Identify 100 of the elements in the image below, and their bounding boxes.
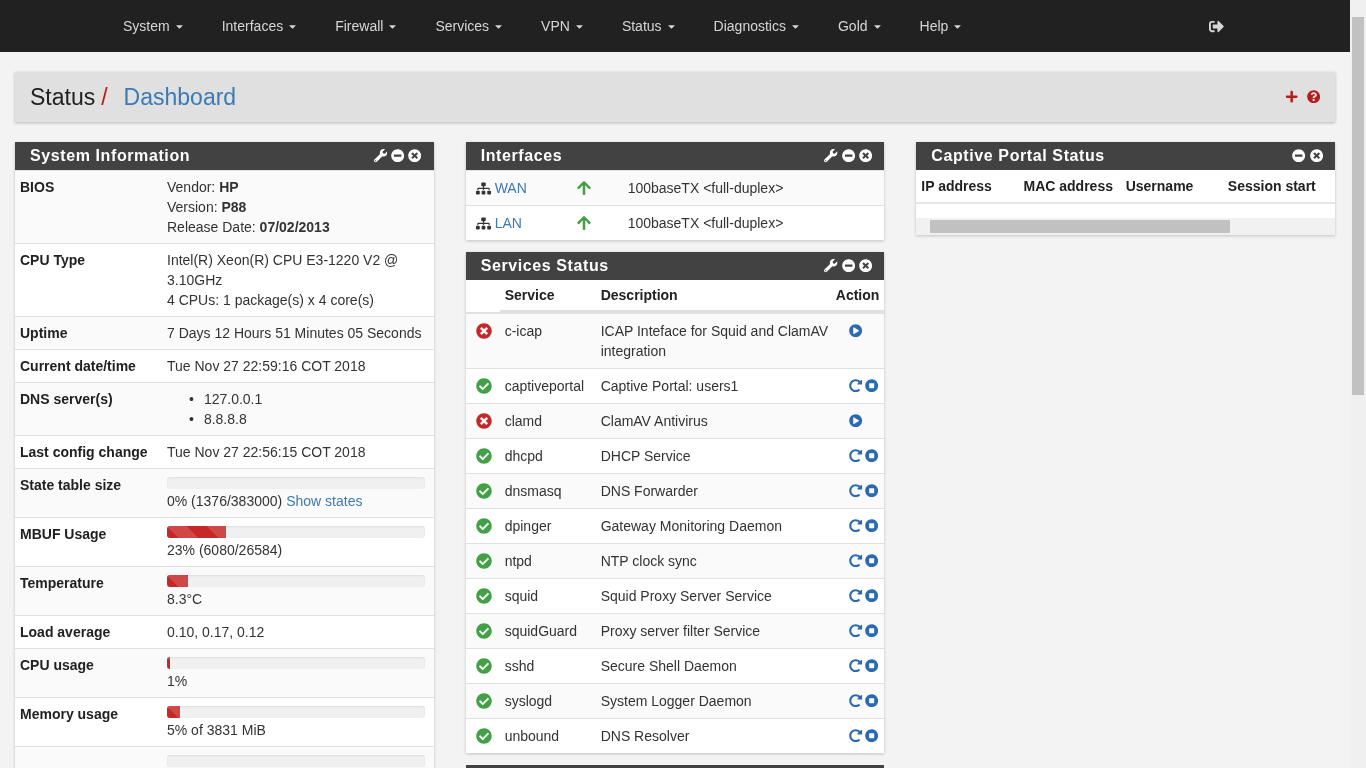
- restart-icon[interactable]: [849, 624, 863, 638]
- wrench-icon[interactable]: [824, 149, 838, 163]
- add-widget-icon[interactable]: [1285, 90, 1299, 104]
- close-icon[interactable]: [408, 149, 422, 163]
- info-label: Uptime: [20, 324, 69, 343]
- restart-icon[interactable]: [849, 659, 863, 673]
- info-label: Current date/time: [20, 357, 137, 376]
- minimize-icon[interactable]: [841, 259, 855, 273]
- nav-menu-item[interactable]: Status: [610, 3, 688, 49]
- help-icon[interactable]: [1306, 90, 1320, 104]
- restart-icon[interactable]: [849, 554, 863, 568]
- info-label: Memory usage: [20, 705, 120, 724]
- restart-icon[interactable]: [849, 589, 863, 603]
- restart-icon[interactable]: [849, 519, 863, 533]
- network-icon: [475, 215, 491, 231]
- interface-media: 100baseTX <full-duplex>: [627, 215, 784, 231]
- stop-icon[interactable]: [864, 449, 878, 463]
- restart-icon[interactable]: [849, 379, 863, 393]
- service-description: Gateway Monitoring Daemon: [599, 517, 783, 536]
- nav-menu-item[interactable]: Firewall: [324, 3, 410, 49]
- service-name: sshd: [503, 657, 536, 676]
- column-header: Description: [595, 280, 831, 312]
- restart-icon[interactable]: [849, 729, 863, 743]
- nav-menu-item[interactable]: VPN: [530, 3, 596, 49]
- column-header: MAC address: [1023, 178, 1114, 194]
- service-name: dpinger: [503, 517, 553, 536]
- service-description: DNS Resolver: [599, 727, 691, 746]
- wrench-icon[interactable]: [373, 149, 387, 163]
- column-header: Action: [830, 280, 885, 312]
- stop-icon[interactable]: [864, 484, 878, 498]
- column-header: Session start: [1227, 178, 1317, 194]
- panel-title: Services Status: [480, 257, 609, 275]
- stop-icon[interactable]: [864, 589, 878, 603]
- info-value: Intel(R) Xeon(R) CPU E3-1220 V2 @ 3.10GHz: [167, 251, 400, 290]
- nav-menu-item[interactable]: Interfaces: [210, 3, 310, 49]
- service-description: ClamAV Antivirus: [599, 412, 709, 431]
- interface-link[interactable]: LAN: [475, 215, 576, 231]
- play-icon[interactable]: [849, 414, 863, 428]
- service-name: dhcpd: [503, 447, 544, 466]
- info-value: Tue Nov 27 22:59:16 COT 2018: [167, 357, 367, 376]
- info-label: State table size: [20, 476, 123, 495]
- service-description: DNS Forwarder: [599, 482, 699, 501]
- stop-icon[interactable]: [864, 729, 878, 743]
- nav-menu-item[interactable]: Services: [424, 3, 516, 49]
- service-description: System Logger Daemon: [599, 692, 753, 711]
- horizontal-scrollbar[interactable]: [916, 218, 1335, 235]
- column-header: Username: [1125, 178, 1195, 194]
- info-label: Last config change: [20, 443, 149, 462]
- info-value: 0.10, 0.17, 0.12: [167, 623, 266, 642]
- dns-server: 8.8.8.8: [203, 410, 247, 429]
- breadcrumb-parent: Status: [30, 83, 96, 111]
- info-value: Version: P88: [167, 198, 248, 217]
- stop-icon[interactable]: [864, 379, 878, 393]
- show-states-link[interactable]: Show states: [286, 491, 363, 511]
- stop-icon[interactable]: [864, 554, 878, 568]
- info-label: BIOS: [20, 178, 56, 197]
- nav-menu-item[interactable]: System: [112, 3, 196, 49]
- service-name: ntpd: [503, 552, 533, 571]
- service-name: syslogd: [503, 692, 554, 711]
- restart-icon[interactable]: [849, 484, 863, 498]
- service-description: NTP clock sync: [599, 552, 698, 571]
- close-icon[interactable]: [1309, 149, 1323, 163]
- service-name: clamd: [503, 412, 543, 431]
- stop-icon[interactable]: [864, 694, 878, 708]
- info-label: Load average: [20, 623, 112, 642]
- close-icon[interactable]: [859, 259, 873, 273]
- close-icon[interactable]: [859, 149, 873, 163]
- service-description: DHCP Service: [599, 447, 692, 466]
- info-label: DNS server(s): [20, 390, 114, 409]
- info-label: CPU usage: [20, 656, 95, 675]
- service-description: Captive Portal: users1: [599, 377, 740, 396]
- restart-icon[interactable]: [849, 694, 863, 708]
- usage-reading: 1%: [167, 672, 188, 691]
- usage-reading: 8.3°C: [167, 590, 203, 609]
- interface-media: 100baseTX <full-duplex>: [627, 180, 784, 196]
- minimize-icon[interactable]: [1292, 149, 1306, 163]
- service-name: squid: [503, 587, 540, 606]
- wrench-icon[interactable]: [824, 259, 838, 273]
- minimize-icon[interactable]: [391, 149, 405, 163]
- stop-icon[interactable]: [864, 624, 878, 638]
- interface-name[interactable]: WAN: [494, 180, 527, 196]
- nav-menu-item[interactable]: Help: [908, 3, 975, 49]
- play-icon[interactable]: [849, 324, 863, 338]
- column-header: Service: [499, 280, 596, 312]
- info-label: Temperature: [20, 574, 105, 593]
- stop-icon[interactable]: [864, 519, 878, 533]
- nav-menu-item[interactable]: Diagnostics: [702, 3, 812, 49]
- interface-name[interactable]: LAN: [494, 215, 522, 231]
- interface-link[interactable]: WAN: [475, 180, 576, 196]
- bullet-mark: •: [189, 390, 194, 409]
- restart-icon[interactable]: [849, 449, 863, 463]
- bullet-mark: •: [189, 410, 194, 429]
- service-description: Squid Proxy Server Service: [599, 587, 773, 606]
- usage-reading: 5% of 3831 MiB: [167, 721, 266, 740]
- minimize-icon[interactable]: [841, 149, 855, 163]
- stop-icon[interactable]: [864, 659, 878, 673]
- nav-menu-item[interactable]: Gold: [826, 3, 894, 49]
- service-name: unbound: [503, 727, 561, 746]
- info-value: Tue Nov 27 22:56:15 COT 2018: [167, 443, 367, 462]
- breadcrumb-separator: /: [101, 83, 108, 111]
